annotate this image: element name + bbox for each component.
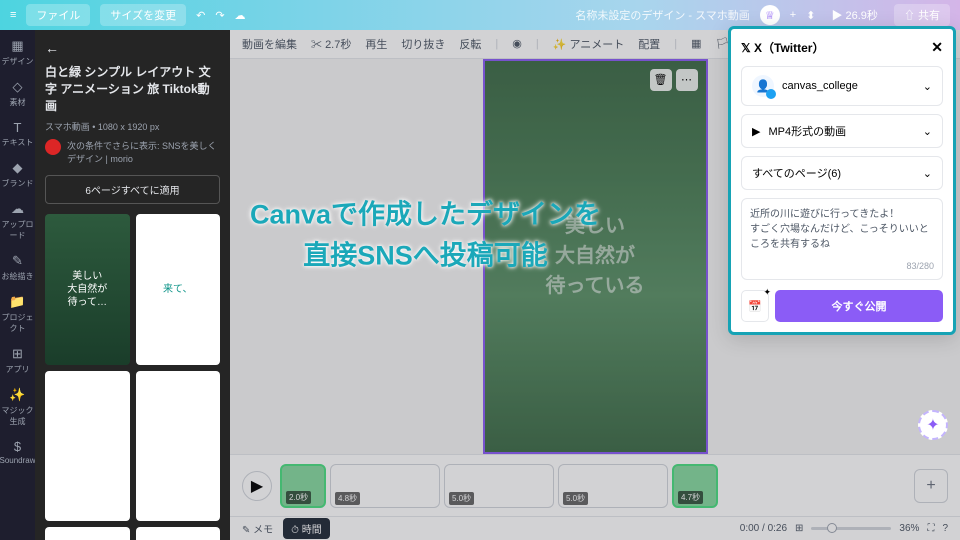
resize-button[interactable]: サイズを変更 (100, 4, 186, 26)
zoom-level: 36% (899, 523, 919, 534)
template-thumb[interactable]: 来て、 (136, 214, 221, 364)
file-menu[interactable]: ファイル (26, 4, 90, 26)
rail-アプリ[interactable]: ⊞アプリ (6, 346, 30, 375)
chevron-down-icon: ⌄ (923, 125, 932, 138)
trim-button[interactable]: ✂ 2.7秒 (311, 36, 351, 52)
memo-button[interactable]: ✎ メモ (242, 521, 273, 536)
document-title[interactable]: 名称未設定のデザイン - スマホ動画 (575, 7, 749, 23)
menu-icon[interactable]: ≡ (10, 9, 16, 21)
rail-マジック生成[interactable]: ✨マジック生成 (0, 387, 35, 427)
page-more-icon[interactable]: ⋯ (676, 69, 698, 91)
chevron-down-icon: ⌄ (923, 167, 932, 180)
timeline: ▶ 2.0秒4.8秒5.0秒5.0秒4.7秒 + (230, 454, 960, 517)
position-button[interactable]: 配置 (638, 36, 660, 52)
rail-お絵描き[interactable]: ✎お絵描き (2, 253, 34, 282)
timeline-clip[interactable]: 4.8秒 (330, 464, 440, 508)
animate-button[interactable]: ✨ アニメート (553, 36, 625, 52)
char-count: 83/280 (906, 260, 934, 274)
apply-all-button[interactable]: 6ページすべてに適用 (45, 175, 220, 204)
chevron-down-icon: ⌄ (923, 80, 932, 93)
add-page-button[interactable]: + (914, 469, 948, 503)
rail-デザイン[interactable]: ▦デザイン (2, 38, 34, 67)
playback-time: 0:00 / 0:26 (740, 523, 787, 534)
template-meta: スマホ動画 • 1080 x 1920 px (45, 120, 220, 133)
template-thumb[interactable] (136, 371, 221, 521)
templates-panel: ← 白と緑 シンプル レイアウト 文字 アニメーション 旅 Tiktok動画 ス… (35, 30, 230, 540)
duration-button[interactable]: ⏱ 時間 (283, 518, 330, 539)
redo-icon[interactable]: ↷ (215, 9, 224, 22)
timeline-clip[interactable]: 5.0秒 (444, 464, 554, 508)
rail-アップロード[interactable]: ☁アップロード (0, 201, 35, 241)
account-avatar: 👤 (752, 75, 774, 97)
format-selector[interactable]: ▶ MP4形式の動画 ⌄ (741, 114, 943, 148)
play-button[interactable]: 再生 (365, 36, 387, 52)
template-thumb[interactable]: 美しい大自然が待って… (45, 214, 130, 364)
account-selector[interactable]: 👤 canvas_college ⌄ (741, 66, 943, 106)
help-icon[interactable]: ? (942, 523, 948, 534)
timeline-clip[interactable]: 4.7秒 (672, 464, 718, 508)
rail-テキスト[interactable]: Tテキスト (2, 120, 34, 148)
view-icon[interactable]: ⊞ (795, 523, 803, 534)
rail-ブランド[interactable]: ◆ブランド (2, 160, 34, 189)
left-rail: ▦デザイン ◇素材 Tテキスト ◆ブランド ☁アップロード ✎お絵描き 📁プロジェクト ⊞アプ… (0, 30, 35, 540)
edit-video-button[interactable]: 動画を編集 (242, 36, 297, 52)
share-twitter-panel: 𝕏 X（Twitter） ✕ 👤 canvas_college ⌄ ▶ MP4形… (728, 26, 956, 335)
rail-プロジェクト[interactable]: 📁プロジェクト (0, 294, 35, 334)
author-avatar (45, 139, 61, 155)
bottom-bar: ✎ メモ ⏱ 時間 0:00 / 0:26 ⊞ 36% ⛶ ? (230, 516, 960, 540)
duration-label[interactable]: ▶ 26.9秒 (825, 4, 883, 26)
template-note[interactable]: 次の条件でさらに表示: SNSを美しくデザイン | morio (45, 139, 220, 165)
share-panel-title: 𝕏 X（Twitter） (741, 39, 824, 56)
zoom-slider[interactable] (811, 527, 891, 530)
rail-Soundraw[interactable]: $Soundraw (0, 439, 36, 465)
transparency-icon[interactable]: ▦ (691, 37, 701, 50)
timeline-play-button[interactable]: ▶ (242, 471, 272, 501)
crown-icon[interactable]: ♕ (760, 5, 780, 25)
chart-icon[interactable]: ⬍ (806, 9, 815, 22)
publish-button[interactable]: 今すぐ公開 (775, 290, 943, 322)
template-thumb[interactable] (45, 371, 130, 521)
undo-icon[interactable]: ↶ (196, 9, 205, 22)
plus-icon[interactable]: + (790, 9, 796, 21)
schedule-button[interactable]: 📅✦ (741, 290, 769, 322)
flip-button[interactable]: 反転 (459, 36, 481, 52)
post-body-input[interactable]: 近所の川に遊びに行ってきたよ！すごく穴場なんだけど、こっそりいいところを共有する… (741, 198, 943, 280)
template-thumb[interactable]: 来て、見て、 (45, 527, 130, 540)
magic-fab[interactable]: ✦ (918, 410, 948, 440)
cloud-icon: ☁ (235, 9, 246, 22)
timeline-clip[interactable]: 2.0秒 (280, 464, 326, 508)
template-title: 白と緑 シンプル レイアウト 文字 アニメーション 旅 Tiktok動画 (45, 64, 220, 114)
color-icon[interactable]: ◉ (512, 37, 522, 50)
delete-page-icon[interactable]: 🗑 (650, 69, 672, 91)
tutorial-caption: Canvaで作成したデザインを直接SNSへ投稿可能 (250, 195, 601, 276)
share-button[interactable]: ⇧ 共有 (894, 4, 950, 26)
close-icon[interactable]: ✕ (931, 39, 943, 56)
rail-素材[interactable]: ◇素材 (10, 79, 26, 108)
pages-selector[interactable]: すべてのページ(6) ⌄ (741, 156, 943, 190)
expand-icon[interactable]: ⛶ (927, 523, 934, 534)
timeline-clip[interactable]: 5.0秒 (558, 464, 668, 508)
template-thumb[interactable]: 来て、見て、発見！ (136, 527, 221, 540)
crop-button[interactable]: 切り抜き (401, 36, 445, 52)
back-icon[interactable]: ← (45, 40, 220, 56)
